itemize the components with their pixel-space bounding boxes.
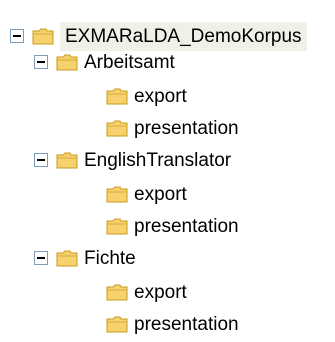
tree-node-label: EnglishTranslator bbox=[84, 149, 232, 171]
tree-node-label: Arbeitsamt bbox=[84, 51, 175, 73]
tree-node-leaf[interactable]: export bbox=[106, 178, 187, 210]
folder-icon bbox=[32, 27, 54, 45]
tree-node-label: presentation bbox=[134, 215, 239, 237]
collapse-toggle-icon[interactable] bbox=[34, 251, 48, 265]
folder-tree: EXMARaLDA_DemoKorpus Arbeitsamt export p… bbox=[0, 0, 335, 342]
folder-icon bbox=[56, 249, 78, 267]
tree-node-label: presentation bbox=[134, 117, 239, 139]
tree-node-leaf[interactable]: presentation bbox=[106, 112, 239, 144]
tree-node-label: Fichte bbox=[84, 247, 136, 269]
folder-icon bbox=[106, 283, 128, 301]
tree-node-leaf[interactable]: presentation bbox=[106, 308, 239, 340]
tree-node-leaf[interactable]: export bbox=[106, 276, 187, 308]
tree-node-label: export bbox=[134, 85, 187, 107]
tree-node-label: export bbox=[134, 183, 187, 205]
folder-icon bbox=[56, 151, 78, 169]
collapse-toggle-icon[interactable] bbox=[34, 153, 48, 167]
tree-node-leaf[interactable]: export bbox=[106, 80, 187, 112]
folder-icon bbox=[106, 217, 128, 235]
collapse-toggle-icon[interactable] bbox=[10, 29, 24, 43]
folder-icon bbox=[106, 87, 128, 105]
folder-icon bbox=[106, 315, 128, 333]
tree-node-leaf[interactable]: presentation bbox=[106, 210, 239, 242]
folder-icon bbox=[106, 119, 128, 137]
tree-node-group[interactable]: Fichte bbox=[34, 242, 136, 274]
tree-node-label: presentation bbox=[134, 313, 239, 335]
tree-node-label: export bbox=[134, 281, 187, 303]
tree-node-group[interactable]: EnglishTranslator bbox=[34, 144, 231, 176]
tree-node-group[interactable]: Arbeitsamt bbox=[34, 46, 175, 78]
folder-icon bbox=[56, 53, 78, 71]
collapse-toggle-icon[interactable] bbox=[34, 55, 48, 69]
folder-icon bbox=[106, 185, 128, 203]
